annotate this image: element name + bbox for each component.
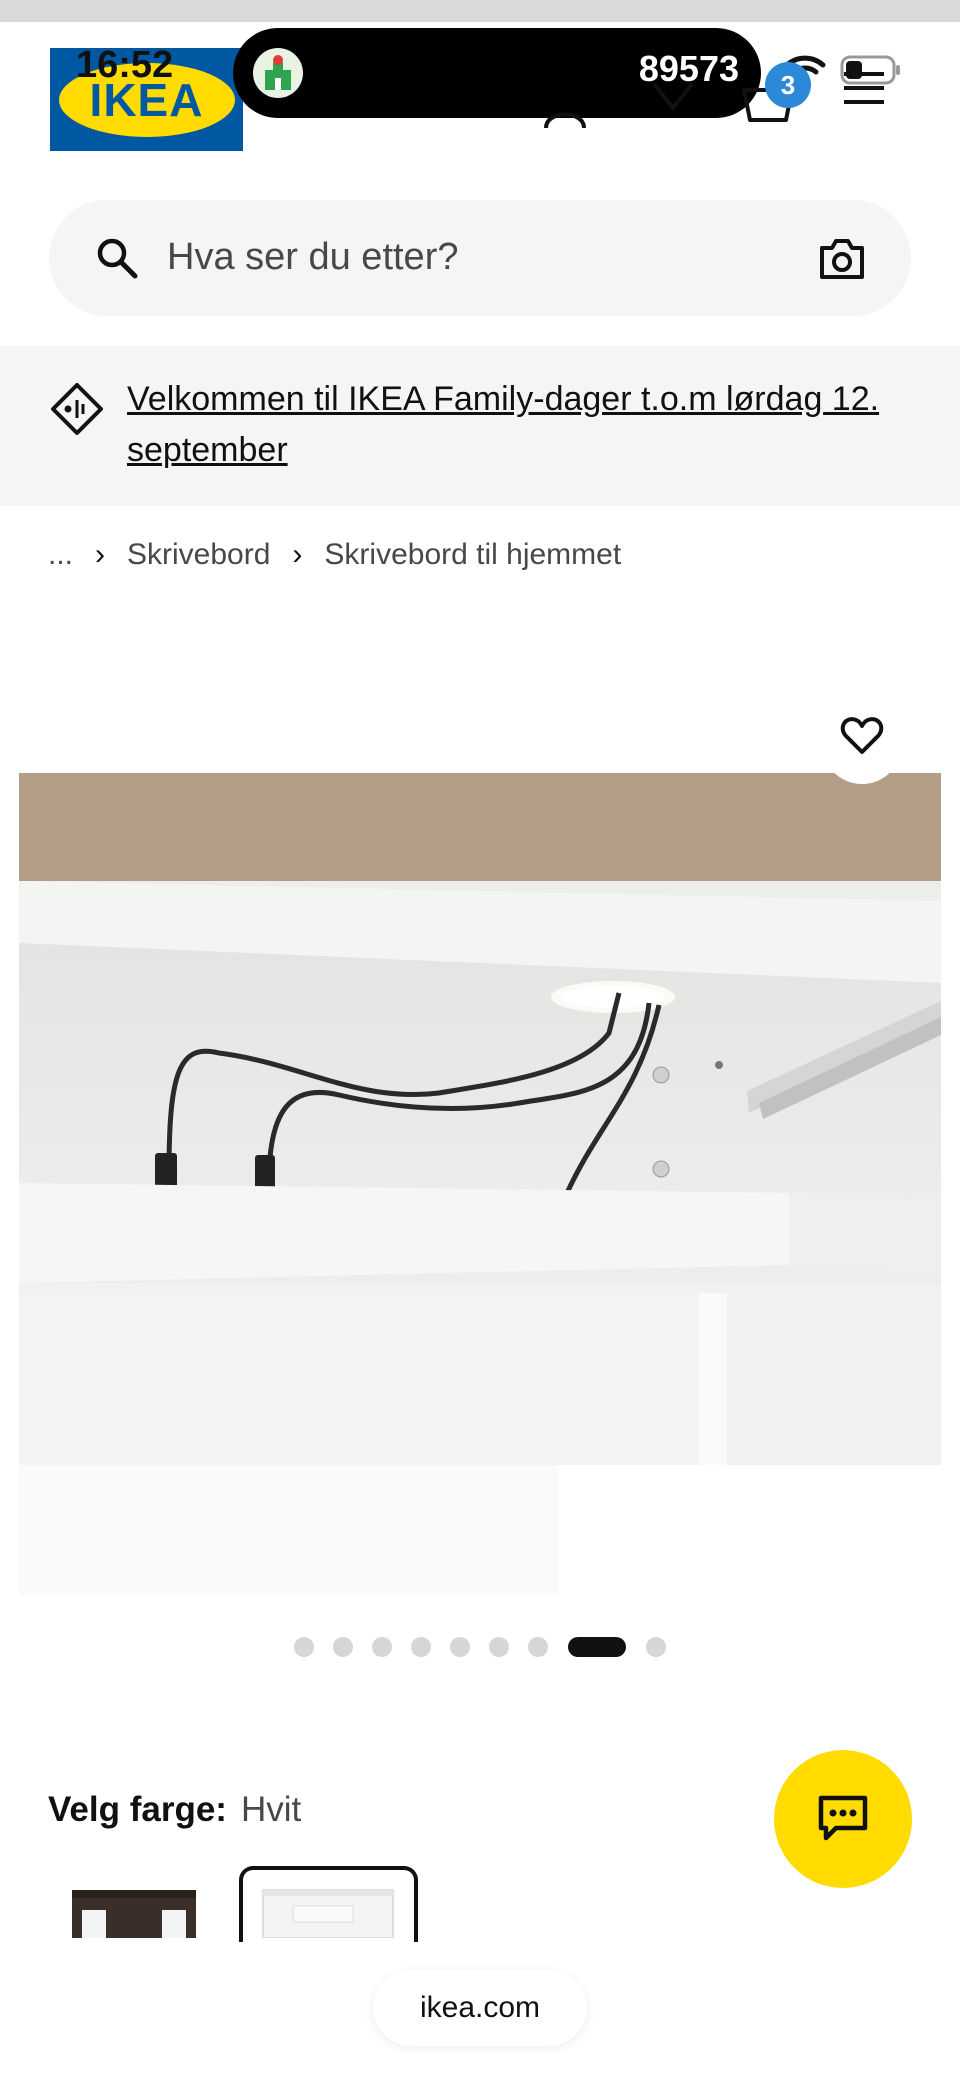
search-bar[interactable]: Hva ser du etter? [49, 200, 911, 316]
promo-banner[interactable]: Velkommen til IKEA Family-dager t.o.m lø… [0, 346, 960, 506]
tag-icon [51, 383, 103, 435]
browser-url-bar[interactable]: ikea.com [373, 1970, 587, 2046]
cart-count-badge: 3 [765, 62, 811, 108]
app-activity-icon [253, 48, 303, 98]
camera-icon[interactable] [819, 238, 865, 280]
color-selected-value: Hvit [240, 1790, 302, 1829]
favorite-button[interactable] [822, 688, 902, 784]
image-shadow-area [19, 1465, 559, 1595]
carousel-dot[interactable] [528, 1637, 548, 1657]
chevron-right-icon: › [95, 538, 106, 571]
carousel-dot[interactable] [646, 1637, 666, 1657]
carousel-dot[interactable] [489, 1637, 509, 1657]
breadcrumb: ... › Skrivebord › Skrivebord til hjemme… [48, 538, 621, 572]
search-icon [97, 238, 138, 279]
search-input[interactable]: Hva ser du etter? [167, 236, 458, 279]
top-edge-bar [0, 0, 960, 22]
chat-icon [818, 1795, 868, 1841]
carousel-dot[interactable] [372, 1637, 392, 1657]
color-swatch-dark-brown[interactable] [70, 1870, 198, 1938]
heart-icon [840, 717, 884, 754]
chevron-right-icon: › [292, 538, 303, 571]
header-icons [540, 72, 920, 140]
menu-icon[interactable] [842, 68, 886, 108]
carousel-dot[interactable] [294, 1637, 314, 1657]
color-label-key: Velg farge: [48, 1790, 227, 1829]
promo-link[interactable]: Velkommen til IKEA Family-dager t.o.m lø… [127, 374, 927, 476]
carousel-indicator [0, 1637, 960, 1659]
url-text: ikea.com [419, 1991, 541, 2024]
user-icon[interactable] [540, 80, 590, 130]
color-selector-label: Velg farge: Hvit [48, 1790, 301, 1830]
chat-button[interactable] [774, 1750, 912, 1888]
breadcrumb-ellipsis[interactable]: ... [48, 538, 73, 572]
color-swatch-white[interactable] [239, 1866, 418, 1942]
product-image[interactable] [19, 773, 941, 1465]
carousel-dot[interactable] [450, 1637, 470, 1657]
breadcrumb-item[interactable]: Skrivebord til hjemmet [324, 538, 621, 572]
heart-icon[interactable] [648, 80, 698, 120]
carousel-dot[interactable] [411, 1637, 431, 1657]
carousel-dot[interactable] [333, 1637, 353, 1657]
status-time: 16:52 [76, 44, 174, 86]
carousel-dot-active[interactable] [568, 1637, 626, 1657]
breadcrumb-item[interactable]: Skrivebord [127, 538, 270, 572]
